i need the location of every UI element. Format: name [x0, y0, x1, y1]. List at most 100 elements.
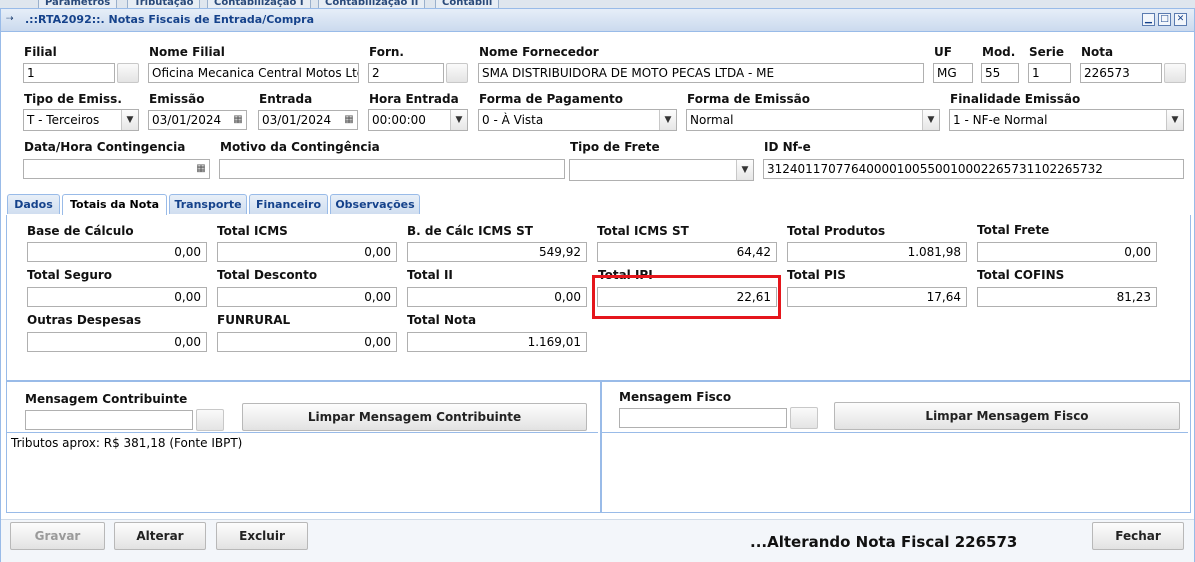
total-cofins-field[interactable]: 81,23	[977, 287, 1157, 307]
forma-pagamento-value: 0 - À Vista	[482, 113, 544, 127]
maximize-icon[interactable]: □	[1158, 13, 1171, 26]
tab-totais-da-nota[interactable]: Totais da Nota	[62, 194, 167, 215]
total-icms-st-field[interactable]: 64,42	[597, 242, 777, 262]
nota-field[interactable]: 226573	[1080, 63, 1162, 83]
limpar-mensagem-contribuinte-button[interactable]: Limpar Mensagem Contribuinte	[242, 403, 587, 431]
total-pis-label: Total PIS	[787, 268, 846, 282]
alterar-button[interactable]: Alterar	[114, 522, 206, 550]
calendar-icon[interactable]: ▦	[194, 161, 208, 177]
filial-lookup-button[interactable]	[117, 63, 139, 83]
tipo-frete-select[interactable]: ▼	[569, 159, 754, 181]
mensagem-contribuinte-text: Tributos aprox: R$ 381,18 (Fonte IBPT)	[11, 436, 243, 450]
chevron-down-icon[interactable]: ▼	[922, 110, 939, 130]
total-ipi-highlight-box	[592, 275, 781, 319]
chevron-down-icon[interactable]: ▼	[1166, 110, 1183, 130]
nota-lookup-button[interactable]	[1164, 63, 1186, 83]
hora-entrada-value: 00:00:00	[372, 113, 426, 127]
bg-tab-contabilizacao-2[interactable]: Contabilização II	[318, 0, 426, 8]
uf-label: UF	[934, 45, 952, 59]
finalidade-select[interactable]: 1 - NF-e Normal ▼	[949, 109, 1184, 131]
total-produtos-field[interactable]: 1.081,98	[787, 242, 967, 262]
window-titlebar[interactable]: ⇢ .::RTA2092::. Notas Fiscais de Entrada…	[1, 9, 1194, 32]
excluir-button[interactable]: Excluir	[216, 522, 308, 550]
status-text: ...Alterando Nota Fiscal 226573	[750, 533, 1018, 551]
mensagem-fisco-lookup-button[interactable]	[790, 407, 818, 429]
tab-dados[interactable]: Dados	[7, 194, 60, 214]
mensagem-fisco-textarea[interactable]	[602, 432, 1188, 511]
motivo-contingencia-label: Motivo da Contingência	[220, 140, 380, 154]
forma-emissao-value: Normal	[690, 113, 734, 127]
emissao-value: 03/01/2024	[152, 113, 222, 127]
fechar-button[interactable]: Fechar	[1092, 522, 1184, 550]
total-desconto-field[interactable]: 0,00	[217, 287, 397, 307]
finalidade-label: Finalidade Emissão	[950, 92, 1081, 106]
mensagem-contribuinte-input[interactable]	[25, 410, 193, 430]
window-app-icon: ⇢	[6, 14, 14, 24]
mensagem-fisco-input[interactable]	[619, 408, 787, 428]
limpar-mensagem-fisco-button[interactable]: Limpar Mensagem Fisco	[834, 402, 1180, 430]
mensagem-contribuinte-lookup-button[interactable]	[196, 409, 224, 431]
forma-pagamento-label: Forma de Pagamento	[479, 92, 623, 106]
minimize-icon[interactable]: ▁	[1142, 13, 1155, 26]
chevron-down-icon[interactable]: ▼	[450, 110, 467, 130]
tab-observacoes[interactable]: Observações	[330, 194, 420, 214]
tab-transporte[interactable]: Transporte	[169, 194, 247, 214]
data-contingencia-field[interactable]: ▦	[23, 159, 210, 179]
forma-emissao-label: Forma de Emissão	[687, 92, 810, 106]
gravar-button[interactable]: Gravar	[10, 522, 105, 550]
chevron-down-icon[interactable]: ▼	[659, 110, 676, 130]
forn-lookup-button[interactable]	[446, 63, 468, 83]
bg-tab-tributacao[interactable]: Tributação	[127, 0, 201, 8]
serie-field[interactable]: 1	[1028, 63, 1071, 83]
motivo-contingencia-field[interactable]	[219, 159, 565, 179]
id-nfe-field[interactable]: 3124011707764000010055001000226573110226…	[763, 159, 1184, 179]
bc-icms-st-field[interactable]: 549,92	[407, 242, 587, 262]
total-cofins-label: Total COFINS	[977, 268, 1065, 282]
hora-entrada-select[interactable]: 00:00:00 ▼	[368, 109, 468, 131]
uf-field[interactable]: MG	[933, 63, 973, 83]
tipo-emiss-label: Tipo de Emiss.	[24, 92, 122, 106]
filial-field[interactable]: 1	[23, 63, 115, 83]
total-nota-field[interactable]: 1.169,01	[407, 332, 587, 352]
funrural-field[interactable]: 0,00	[217, 332, 397, 352]
serie-label: Serie	[1029, 45, 1064, 59]
close-icon[interactable]: ✕	[1174, 13, 1187, 26]
background-tab-strip: Parâmetros Tributação Contabilização I C…	[0, 0, 1195, 8]
outras-despesas-field[interactable]: 0,00	[27, 332, 207, 352]
entrada-value: 03/01/2024	[262, 113, 332, 127]
nome-fornecedor-field[interactable]: SMA DISTRIBUIDORA DE MOTO PECAS LTDA - M…	[478, 63, 924, 83]
forma-emissao-select[interactable]: Normal ▼	[686, 109, 940, 131]
tab-financeiro[interactable]: Financeiro	[249, 194, 328, 214]
total-seguro-label: Total Seguro	[27, 268, 113, 282]
total-ii-label: Total II	[407, 268, 453, 282]
calendar-icon[interactable]: ▦	[231, 112, 245, 128]
mensagem-contribuinte-textarea[interactable]: Tributos aprox: R$ 381,18 (Fonte IBPT)	[7, 432, 598, 511]
entrada-date-field[interactable]: 03/01/2024 ▦	[258, 110, 358, 130]
forn-label: Forn.	[369, 45, 404, 59]
total-ii-field[interactable]: 0,00	[407, 287, 587, 307]
total-icms-field[interactable]: 0,00	[217, 242, 397, 262]
tipo-emiss-select[interactable]: T - Terceiros ▼	[23, 109, 139, 131]
total-nota-label: Total Nota	[407, 313, 477, 327]
nota-label: Nota	[1081, 45, 1114, 59]
bc-icms-st-label: B. de Cálc ICMS ST	[407, 224, 533, 238]
chevron-down-icon[interactable]: ▼	[121, 110, 138, 130]
nome-filial-field[interactable]: Oficina Mecanica Central Motos Ltd	[148, 63, 359, 83]
entrada-label: Entrada	[259, 92, 313, 106]
bg-tab-contabilizacao-1[interactable]: Contabilização I	[207, 0, 311, 8]
id-nfe-label: ID Nf-e	[764, 140, 811, 154]
forn-field[interactable]: 2	[368, 63, 444, 83]
base-calculo-field[interactable]: 0,00	[27, 242, 207, 262]
total-frete-field[interactable]: 0,00	[977, 242, 1157, 262]
forma-pagamento-select[interactable]: 0 - À Vista ▼	[478, 109, 677, 131]
bg-tab-contabili[interactable]: Contabili	[435, 0, 500, 8]
mensagem-contribuinte-label: Mensagem Contribuinte	[25, 392, 188, 406]
mod-field[interactable]: 55	[981, 63, 1019, 83]
total-pis-field[interactable]: 17,64	[787, 287, 967, 307]
calendar-icon[interactable]: ▦	[342, 112, 356, 128]
emissao-date-field[interactable]: 03/01/2024 ▦	[148, 110, 247, 130]
funrural-label: FUNRURAL	[217, 313, 291, 327]
total-seguro-field[interactable]: 0,00	[27, 287, 207, 307]
bg-tab-parametros[interactable]: Parâmetros	[38, 0, 118, 8]
chevron-down-icon[interactable]: ▼	[736, 160, 753, 180]
